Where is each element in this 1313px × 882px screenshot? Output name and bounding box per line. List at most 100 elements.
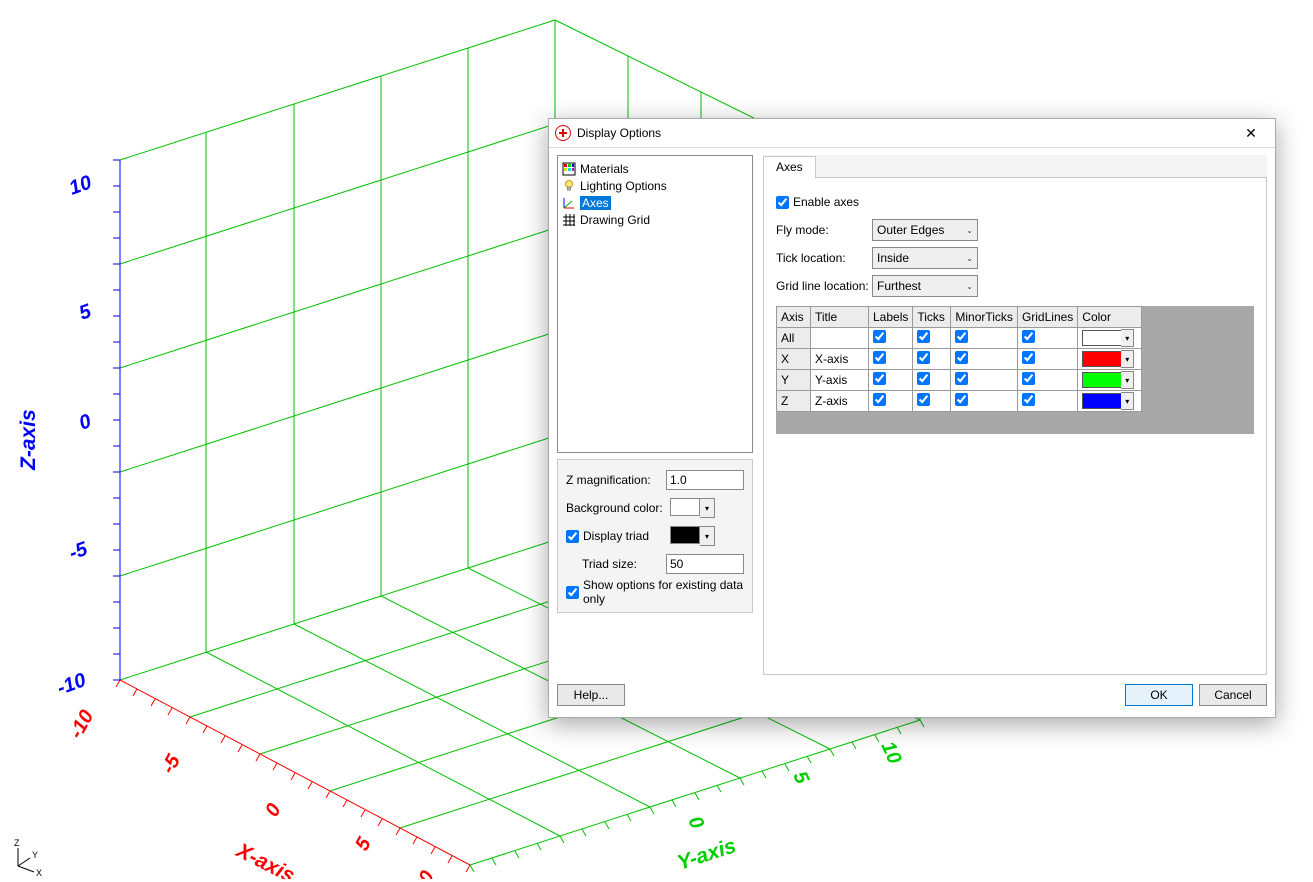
x-axis-label: X-axis	[232, 839, 298, 879]
tree-item-label: Drawing Grid	[580, 213, 650, 227]
z-mag-input[interactable]	[666, 470, 744, 490]
labels-cell[interactable]	[869, 328, 913, 349]
title-cell[interactable]	[811, 391, 869, 412]
minor-cell[interactable]	[951, 391, 1018, 412]
y-tick: 0	[683, 813, 708, 832]
ticks-checkbox[interactable]	[917, 372, 930, 385]
col-minorticks[interactable]: MinorTicks	[951, 307, 1018, 328]
title-input[interactable]	[815, 331, 864, 345]
x-tick: -10	[65, 706, 98, 742]
title-input[interactable]	[815, 394, 864, 408]
axis-cell: X	[777, 349, 811, 370]
gridline-location-combo[interactable]: Furthest⌄	[872, 275, 978, 297]
color-cell[interactable]: ▾	[1078, 349, 1142, 370]
gridlines-cell[interactable]	[1017, 391, 1077, 412]
enable-axes-checkbox[interactable]: Enable axes	[776, 195, 859, 209]
labels-cell[interactable]	[869, 349, 913, 370]
axes-grid[interactable]: Axis Title Labels Ticks MinorTicks GridL…	[776, 306, 1254, 434]
title-input[interactable]	[815, 352, 864, 366]
fly-mode-combo[interactable]: Outer Edges⌄	[872, 219, 978, 241]
axis-cell: Z	[777, 391, 811, 412]
col-ticks[interactable]: Ticks	[913, 307, 951, 328]
tabstrip: Axes	[763, 155, 1267, 178]
table-row: Y▾	[777, 370, 1142, 391]
display-options-dialog: Display Options ✕ Materials	[548, 118, 1276, 718]
tree-item-materials[interactable]: Materials	[560, 160, 750, 177]
labels-cell[interactable]	[869, 391, 913, 412]
title-input[interactable]	[815, 373, 864, 387]
gridlines-checkbox[interactable]	[1022, 393, 1035, 406]
chevron-down-icon[interactable]: ▾	[1121, 392, 1134, 410]
gridlines-checkbox[interactable]	[1022, 330, 1035, 343]
chevron-down-icon[interactable]: ▾	[1121, 350, 1134, 368]
title-cell[interactable]	[811, 370, 869, 391]
tree-item-lighting[interactable]: Lighting Options	[560, 177, 750, 194]
triad-color-picker[interactable]: ▾	[670, 526, 715, 546]
x-tick: 10	[409, 867, 439, 879]
minor-checkbox[interactable]	[955, 372, 968, 385]
dialog-title: Display Options	[577, 126, 1231, 140]
help-button[interactable]: Help...	[557, 684, 625, 706]
bg-color-picker[interactable]: ▾	[670, 498, 715, 518]
tick-location-label: Tick location:	[776, 251, 872, 265]
ticks-checkbox[interactable]	[917, 330, 930, 343]
col-title[interactable]: Title	[811, 307, 869, 328]
minor-cell[interactable]	[951, 370, 1018, 391]
ticks-cell[interactable]	[913, 370, 951, 391]
table-row: X▾	[777, 349, 1142, 370]
y-tick: 10	[876, 738, 905, 767]
gridlines-cell[interactable]	[1017, 328, 1077, 349]
gridlines-checkbox[interactable]	[1022, 351, 1035, 364]
color-cell[interactable]: ▾	[1078, 370, 1142, 391]
color-cell[interactable]: ▾	[1078, 391, 1142, 412]
display-triad-checkbox[interactable]: Display triad	[566, 529, 670, 543]
axes-icon	[562, 196, 576, 210]
ticks-cell[interactable]	[913, 349, 951, 370]
minor-cell[interactable]	[951, 328, 1018, 349]
ticks-cell[interactable]	[913, 391, 951, 412]
category-tree[interactable]: Materials Lighting Options Axes	[557, 155, 753, 453]
ticks-checkbox[interactable]	[917, 393, 930, 406]
gridlines-cell[interactable]	[1017, 370, 1077, 391]
z-axis-label: Z-axis	[17, 409, 40, 471]
title-cell[interactable]	[811, 328, 869, 349]
minor-checkbox[interactable]	[955, 351, 968, 364]
col-gridlines[interactable]: GridLines	[1017, 307, 1077, 328]
ticks-checkbox[interactable]	[917, 351, 930, 364]
labels-checkbox[interactable]	[873, 393, 886, 406]
gridlines-checkbox[interactable]	[1022, 372, 1035, 385]
chevron-down-icon[interactable]: ▾	[1121, 329, 1134, 347]
cancel-button[interactable]: Cancel	[1199, 684, 1267, 706]
z-tick: -10	[54, 669, 89, 700]
existing-only-checkbox[interactable]: Show options for existing data only	[566, 578, 744, 606]
col-labels[interactable]: Labels	[869, 307, 913, 328]
labels-cell[interactable]	[869, 370, 913, 391]
col-axis[interactable]: Axis	[777, 307, 811, 328]
labels-checkbox[interactable]	[873, 330, 886, 343]
tree-item-drawing-grid[interactable]: Drawing Grid	[560, 211, 750, 228]
tree-item-label: Materials	[580, 162, 629, 176]
tab-axes[interactable]: Axes	[763, 156, 816, 178]
minor-checkbox[interactable]	[955, 330, 968, 343]
labels-checkbox[interactable]	[873, 372, 886, 385]
titlebar[interactable]: Display Options ✕	[549, 119, 1275, 148]
minor-checkbox[interactable]	[955, 393, 968, 406]
triad-size-input[interactable]	[666, 554, 744, 574]
z-tick: 0	[76, 410, 94, 434]
materials-icon	[562, 162, 576, 176]
display-triad-label: Display triad	[583, 529, 649, 543]
color-cell[interactable]: ▾	[1078, 328, 1142, 349]
close-button[interactable]: ✕	[1231, 121, 1271, 145]
ok-button[interactable]: OK	[1125, 684, 1193, 706]
tree-item-axes[interactable]: Axes	[560, 194, 750, 211]
tick-location-combo[interactable]: Inside⌄	[872, 247, 978, 269]
labels-checkbox[interactable]	[873, 351, 886, 364]
fly-mode-label: Fly mode:	[776, 223, 872, 237]
chevron-down-icon[interactable]: ▾	[1121, 371, 1134, 389]
title-cell[interactable]	[811, 349, 869, 370]
gridlines-cell[interactable]	[1017, 349, 1077, 370]
col-color[interactable]: Color	[1078, 307, 1142, 328]
ticks-cell[interactable]	[913, 328, 951, 349]
minor-cell[interactable]	[951, 349, 1018, 370]
enable-axes-label: Enable axes	[793, 195, 859, 209]
